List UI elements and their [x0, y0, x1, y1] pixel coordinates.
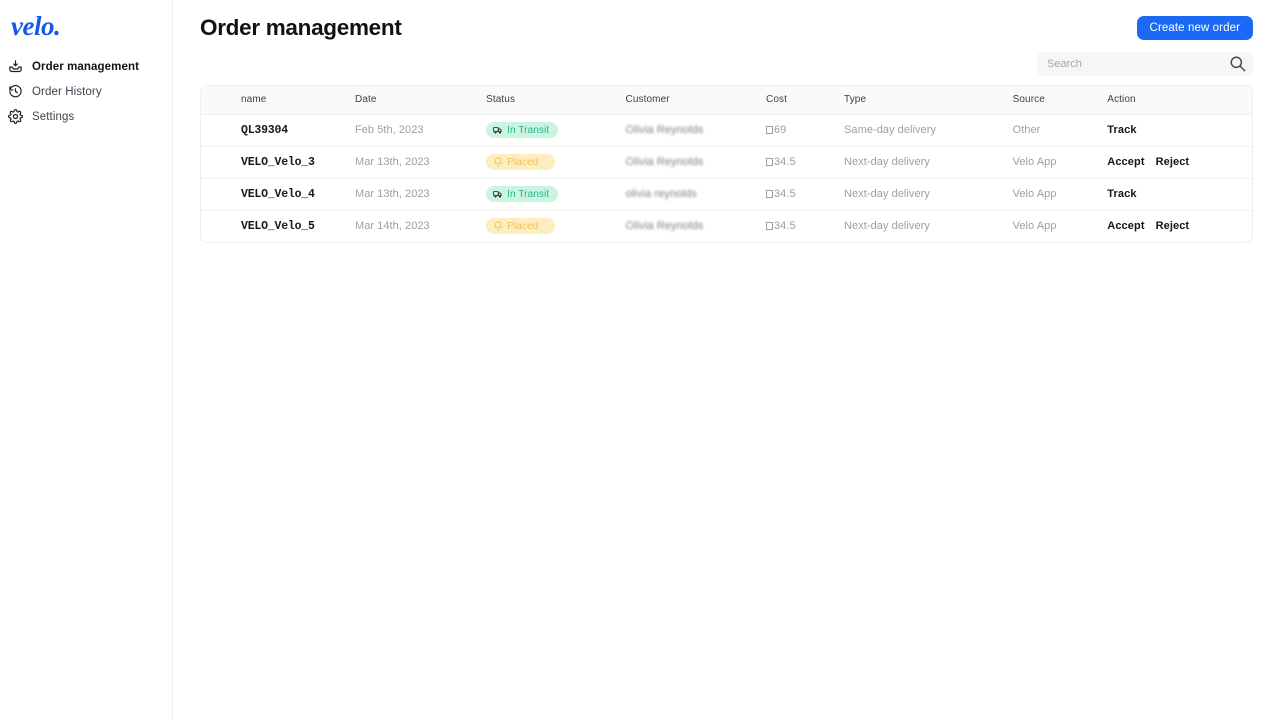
- clock-history-icon: [8, 84, 23, 99]
- cell-date: Feb 5th, 2023: [355, 124, 424, 136]
- bell-icon: [493, 221, 503, 231]
- cell-action: Track: [1107, 178, 1252, 210]
- action-track-button[interactable]: Track: [1107, 188, 1136, 200]
- table-row[interactable]: VELO_Velo_4 Mar 13th, 2023 In Transit olivi…: [201, 178, 1252, 210]
- orders-table: name Date Status Customer Cost Type Sour…: [200, 85, 1253, 243]
- cell-cost: 34.5: [766, 210, 844, 242]
- cell-type: Next-day delivery: [844, 220, 930, 233]
- column-header-customer[interactable]: Customer: [626, 86, 766, 114]
- column-header-type[interactable]: Type: [844, 86, 1013, 114]
- cell-type: Same-day delivery: [844, 124, 936, 136]
- cell-action: Accept Reject: [1107, 146, 1252, 178]
- sidebar: velo. Order management Order History Set…: [0, 0, 173, 720]
- column-header-source[interactable]: Source: [1013, 86, 1108, 114]
- cell-action: Track: [1107, 114, 1252, 146]
- customer-name-redacted: olivia reynolds: [625, 188, 697, 200]
- cell-source: Velo App: [1012, 220, 1057, 233]
- page-title: Order management: [200, 14, 402, 40]
- currency-missing-glyph-icon: [766, 190, 774, 198]
- currency-missing-glyph-icon: [766, 222, 774, 231]
- column-header-status[interactable]: Status: [486, 86, 625, 114]
- column-header-date[interactable]: Date: [355, 86, 486, 114]
- status-badge-label: In Transit: [507, 124, 550, 136]
- cell-source: Other: [1012, 124, 1041, 136]
- column-header-action: Action: [1107, 94, 1136, 106]
- cell-date: Mar 14th, 2023: [355, 220, 430, 233]
- brand-logo[interactable]: velo.: [0, 11, 172, 41]
- page-header: Order management Create new order: [173, 0, 1280, 46]
- action-accept-button[interactable]: Accept: [1107, 156, 1144, 168]
- table-row[interactable]: QL39304 Feb 5th, 2023 In Transit Olivia Rey…: [201, 114, 1252, 146]
- cell-status: Placed: [486, 146, 625, 178]
- customer-name-redacted: Olivia Reynolds: [625, 124, 704, 136]
- search-box[interactable]: [1037, 52, 1253, 76]
- column-header-cost[interactable]: Cost: [766, 86, 844, 114]
- app-root: velo. Order management Order History Set…: [0, 0, 1280, 720]
- sidebar-item-label: Order History: [32, 85, 102, 98]
- search-input[interactable]: [1037, 52, 1253, 76]
- status-badge-label: Placed: [507, 220, 539, 232]
- table-body: QL39304 Feb 5th, 2023 In Transit Olivia Rey…: [201, 114, 1252, 242]
- action-accept-button[interactable]: Accept: [1107, 220, 1144, 232]
- customer-name-redacted: Olivia Reynolds: [625, 156, 704, 168]
- bell-icon: [493, 157, 503, 167]
- status-badge: Placed: [486, 218, 556, 235]
- cell-cost: 34.5: [766, 146, 844, 178]
- status-badge-label: In Transit: [507, 188, 550, 200]
- sidebar-item-order-history[interactable]: Order History: [0, 79, 172, 104]
- orders-table-element: name Date Status Customer Cost Type Sour…: [201, 86, 1252, 242]
- main-content: Order management Create new order name D…: [173, 0, 1280, 720]
- inbox-download-icon: [8, 59, 23, 74]
- sidebar-item-label: Settings: [32, 110, 75, 123]
- cell-source: Velo App: [1012, 188, 1057, 200]
- currency-missing-glyph-icon: [766, 158, 774, 166]
- column-header-name[interactable]: name: [201, 86, 355, 114]
- search-row: [173, 46, 1280, 76]
- truck-icon: [493, 125, 503, 135]
- table-header-row: name Date Status Customer Cost Type Sour…: [201, 86, 1252, 114]
- create-new-order-button[interactable]: Create new order: [1136, 15, 1253, 40]
- cell-customer: olivia reynolds: [626, 178, 766, 210]
- action-track-button[interactable]: Track: [1107, 124, 1136, 136]
- cell-order-name: VELO_Velo_5: [241, 219, 315, 233]
- currency-missing-glyph-icon: [766, 126, 774, 134]
- status-badge: Placed: [486, 154, 556, 170]
- cell-action: Accept Reject: [1107, 210, 1252, 242]
- sidebar-item-settings[interactable]: Settings: [0, 104, 172, 129]
- cell-status: Placed: [486, 210, 625, 242]
- truck-icon: [493, 189, 503, 199]
- gear-icon: [8, 109, 23, 124]
- cell-cost: 34.5: [766, 178, 844, 210]
- cell-type: Next-day delivery: [844, 156, 930, 168]
- table-head: name Date Status Customer Cost Type Sour…: [201, 86, 1252, 114]
- table-row[interactable]: VELO_Velo_3 Mar 13th, 2023 Placed Olivia Re…: [201, 146, 1252, 178]
- customer-name-redacted: Olivia Reynolds: [625, 220, 704, 233]
- cell-cost: 69: [766, 114, 844, 146]
- cell-order-name: VELO_Velo_3: [241, 155, 315, 169]
- cell-order-name: QL39304: [241, 123, 288, 137]
- cell-order-name: VELO_Velo_4: [241, 187, 315, 201]
- cell-status: In Transit: [486, 178, 625, 210]
- search-icon[interactable]: [1228, 54, 1247, 73]
- table-row[interactable]: VELO_Velo_5 Mar 14th, 2023 Placed Olivia Re…: [201, 210, 1252, 242]
- sidebar-item-order-management[interactable]: Order management: [0, 54, 172, 79]
- cell-date: Mar 13th, 2023: [355, 156, 430, 168]
- cell-source: Velo App: [1012, 156, 1057, 168]
- action-reject-button[interactable]: Reject: [1156, 220, 1190, 232]
- sidebar-item-label: Order management: [32, 60, 140, 73]
- sidebar-nav: Order management Order History Settings: [0, 54, 172, 129]
- cell-customer: Olivia Reynolds: [626, 210, 766, 242]
- status-badge-label: Placed: [507, 156, 539, 168]
- cell-customer: Olivia Reynolds: [626, 114, 766, 146]
- cell-type: Next-day delivery: [844, 188, 930, 200]
- status-badge: In Transit: [486, 122, 559, 138]
- cell-status: In Transit: [486, 114, 625, 146]
- cell-date: Mar 13th, 2023: [355, 188, 430, 200]
- status-badge: In Transit: [486, 186, 559, 202]
- cell-customer: Olivia Reynolds: [626, 146, 766, 178]
- action-reject-button[interactable]: Reject: [1156, 156, 1190, 168]
